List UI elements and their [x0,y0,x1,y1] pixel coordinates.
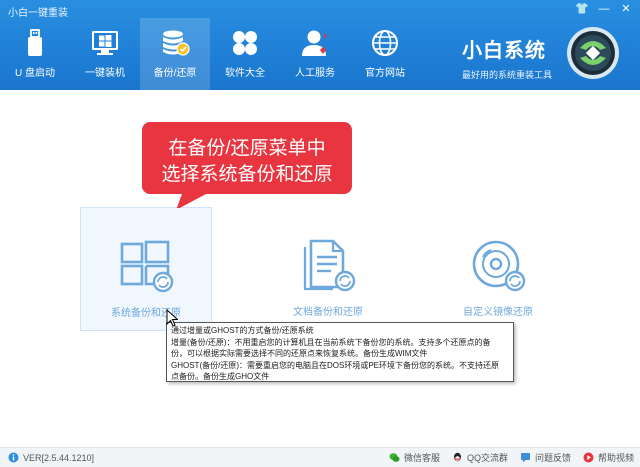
windows-restore-icon [120,240,174,293]
option-system-backup-restore[interactable]: 系统备份和还原 [80,207,212,331]
nav-label: 人工服务 [295,68,335,79]
nav-backup-restore[interactable]: 备份/还原 [140,18,210,90]
tooltip-line: 通过增量或GHOST的方式备份/还原系统 [171,326,314,335]
main-nav: U 盘启动 一键装机 备份/还原 软件大全 人工服务 官方网站 [0,18,420,90]
globe-icon [372,30,398,56]
nav-label: 官方网站 [365,68,405,79]
version-text: VER[2.5.44.1210] [23,452,95,463]
backup-restore-icon [163,30,190,56]
instruction-callout: 在备份/还原菜单中 选择系统备份和还原 [142,120,352,208]
app-title: 小白一键重装 [8,8,68,19]
tooltip-line: GHOST(备份/还原)：需要重启您的电脑且在DOS环境或PE环境下备份您的系统… [171,360,500,370]
nav-label: 软件大全 [225,68,265,79]
windows-install-icon [92,31,118,55]
brand: 小白系统 最好用的系统重装工具 [462,34,552,81]
nav-usb-boot[interactable]: U 盘启动 [0,18,70,90]
nav-official-site[interactable]: 官方网站 [350,18,420,90]
option-custom-image-restore[interactable]: 自定义镜像还原 [432,207,564,331]
qq-group-link[interactable]: QQ交流群 [452,451,508,464]
brand-logo-icon [567,27,619,79]
version-info: VER[2.5.44.1210] [8,452,94,463]
help-video-icon [583,452,594,463]
brand-slogan: 最好用的系统重装工具 [462,70,553,80]
option-document-backup-restore[interactable]: 文档备份和还原 [262,207,394,331]
nav-customer-service[interactable]: 人工服务 [280,18,350,90]
feedback-icon [520,453,530,463]
wechat-support-link[interactable]: 微信客服 [389,451,440,464]
title-bar: 小白一键重装 👕 — ✕ U 盘启动 一键装机 备份/还原 软件大全 人工服务 … [0,0,640,90]
footer-links: 微信客服 QQ交流群 问题反馈 帮助视频 [389,451,634,464]
option-tooltip: 通过增量或GHOST的方式备份/还原系统 增量(备份/还原)：不用重启您的计算机… [166,322,514,382]
software-apps-icon [233,31,257,55]
skin-button[interactable]: 👕 [574,2,590,16]
brand-name: 小白系统 [462,40,546,62]
close-button[interactable]: ✕ [618,2,634,16]
nav-label: 一键装机 [85,68,125,79]
option-label: 自定义镜像还原 [463,307,533,318]
mouse-cursor-icon [166,309,178,327]
callout-text: 在备份/还原菜单中 选择系统备份和还原 [142,136,352,188]
feedback-link[interactable]: 问题反馈 [520,451,571,464]
usb-drive-icon [28,29,42,56]
option-label: 文档备份和还原 [293,307,363,318]
main-content: 系统备份和还原 文档备份和还原 自定义镜像还原 在备份/还原菜单中 选择系统备份… [0,90,640,447]
status-bar: VER[2.5.44.1210] 微信客服 QQ交流群 问题反馈 帮助视频 [0,447,640,467]
nav-software[interactable]: 软件大全 [210,18,280,90]
document-restore-icon [303,239,356,292]
link-label: 帮助视频 [597,453,634,463]
nav-label: U 盘启动 [15,68,55,79]
nav-one-click-install[interactable]: 一键装机 [70,18,140,90]
info-icon [8,452,19,463]
window-controls: 👕 — ✕ [574,2,634,16]
customer-service-icon [302,30,327,56]
callout-line-2: 选择系统备份和还原 [161,164,333,185]
tooltip-line: 增量(备份/还原)：不用重启您的计算机且在当前系统下备份您的系统。支持多个还原点… [171,337,491,347]
nav-label: 备份/还原 [153,68,197,79]
disc-image-icon [472,240,526,292]
help-video-link[interactable]: 帮助视频 [583,451,634,464]
link-label: 问题反馈 [534,453,571,463]
wechat-icon [389,453,400,462]
link-label: QQ交流群 [466,453,508,463]
minimize-button[interactable]: — [596,2,612,16]
link-label: 微信客服 [403,453,440,463]
qq-icon [453,452,461,462]
tooltip-line: 点备份。备份生成GHO文件 [171,372,270,381]
callout-line-1: 在备份/还原菜单中 [168,138,326,159]
tooltip-line: 份，可以根据实际需要选择不同的还原点来恢复系统。备份生成WIM文件 [171,349,428,358]
